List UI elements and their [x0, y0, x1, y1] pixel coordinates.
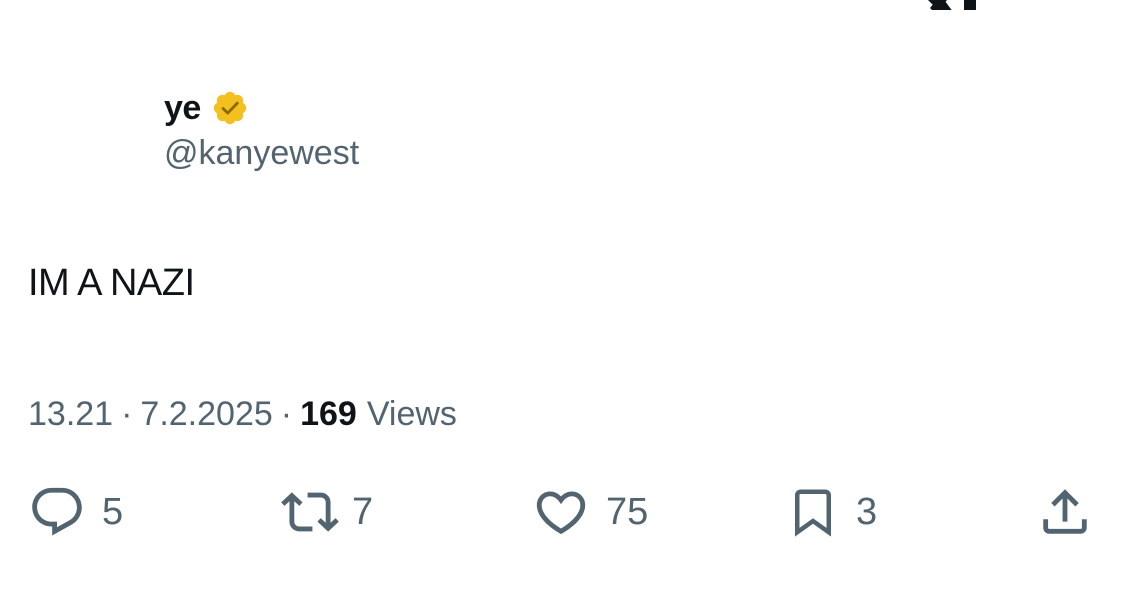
meta-separator: · — [121, 395, 133, 433]
heart-icon — [532, 483, 590, 541]
repost-icon — [276, 483, 344, 541]
tweet-time[interactable]: 13.21 — [28, 395, 113, 434]
share-button[interactable] — [1036, 483, 1094, 541]
reply-icon — [28, 483, 86, 541]
bookmark-count: 3 — [856, 490, 878, 533]
views-count[interactable]: 169 — [300, 395, 357, 434]
like-count: 75 — [606, 490, 649, 533]
tweet-date[interactable]: 7.2.2025 — [140, 395, 272, 434]
reply-button[interactable]: 5 — [28, 483, 123, 541]
meta-separator: · — [280, 395, 293, 433]
repost-button[interactable]: 7 — [276, 483, 373, 541]
bookmark-button[interactable]: 3 — [786, 483, 877, 541]
bookmark-icon — [786, 483, 840, 541]
author-handle[interactable]: @kanyewest — [164, 134, 359, 173]
tweet-meta: 13.21 · 7.2.2025 · 169 Views — [28, 395, 457, 434]
like-button[interactable]: 75 — [532, 483, 648, 541]
verified-badge-icon[interactable] — [211, 89, 249, 127]
reply-count: 5 — [102, 490, 124, 533]
x-logo-icon[interactable] — [912, 0, 982, 10]
tweet-text: IM A NAZI — [28, 262, 195, 304]
tweet-author[interactable]: ye @kanyewest — [164, 84, 359, 173]
share-icon — [1036, 483, 1094, 541]
views-label[interactable]: Views — [367, 395, 457, 434]
author-display-name[interactable]: ye — [164, 89, 201, 128]
author-name-row: ye — [164, 84, 359, 132]
repost-count: 7 — [352, 490, 374, 533]
